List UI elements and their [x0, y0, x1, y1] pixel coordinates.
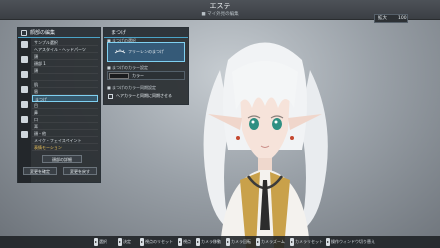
row-head2[interactable]: 頭	[32, 67, 98, 74]
row-hairstyle[interactable]: ヘアスタイル・ヘッドパーツ	[32, 46, 98, 53]
category-panel-title: 顔部の編集	[18, 28, 100, 38]
row-expression[interactable]: 表情モーション	[32, 144, 98, 151]
sync-checkbox[interactable]	[108, 94, 113, 99]
row-ear[interactable]: 耳	[32, 123, 98, 130]
confirm-button[interactable]: 変更を確定	[23, 167, 57, 175]
key-icon: ▸	[140, 238, 145, 246]
row-sample[interactable]: サンプル選択	[32, 39, 98, 46]
eyelash-icon	[114, 49, 126, 54]
hint-reset-view: ▸ 視点のリセット	[140, 238, 174, 246]
zoom-label: 拡大	[378, 16, 387, 21]
row-face1[interactable]: 顔部 1	[32, 60, 98, 67]
voice-icon[interactable]	[21, 116, 28, 123]
hint-view: ▸ 視点	[178, 238, 192, 246]
key-icon: ▸	[256, 238, 261, 246]
face-icon[interactable]	[21, 41, 28, 48]
key-icon: ▸	[118, 238, 123, 246]
face-detail-button[interactable]: 顔部の詳細	[42, 155, 82, 163]
card-icon[interactable]	[21, 131, 28, 138]
icon-column	[18, 38, 31, 183]
row-face-other[interactable]: 顔・他	[32, 130, 98, 137]
row-nose[interactable]: 鼻	[32, 109, 98, 116]
eyelash-panel: まつげ ■ まつげの選択 フリーレンのまつげ ■ まつげのカラー設定 カラー ■…	[103, 27, 189, 105]
key-icon: ▸	[290, 238, 295, 246]
key-icon: ▸	[178, 238, 183, 246]
sync-text: ヘアカラーと同期に同期させる	[116, 93, 172, 98]
color-value: カラー	[132, 73, 144, 78]
lash-option[interactable]: フリーレンのまつげ	[107, 42, 185, 62]
hint-confirm: ▸ 決定	[118, 238, 132, 246]
control-hint-bar: ▸ 選択 ▸ 決定 ▸ 視点のリセット ▸ 視点 ▸ カメラ移動 ▸ カメラ回転 ▸ カメラズ…	[0, 236, 440, 248]
hint-camera-reset: ▸ カメラリセット	[290, 238, 324, 246]
key-icon: ▸	[196, 238, 201, 246]
hint-camera-zoom: ▸ カメラズーム	[256, 238, 285, 246]
clothing-icon[interactable]	[21, 71, 28, 78]
pose-icon[interactable]	[21, 101, 28, 108]
key-icon: ▸	[226, 238, 231, 246]
zoom-value: 100	[398, 16, 407, 21]
row-makeup[interactable]: メイク・フェイスペイント	[32, 137, 98, 144]
hint-camera-rotate: ▸ カメラ回転	[226, 238, 252, 246]
key-icon: ▸	[94, 238, 99, 246]
hint-camera-move: ▸ カメラ移動	[196, 238, 222, 246]
undo-button[interactable]: 変更を戻す	[63, 167, 97, 175]
color-picker[interactable]: カラー	[107, 71, 185, 80]
key-icon: ▸	[326, 238, 331, 246]
color-swatch	[109, 73, 129, 79]
face-icon	[21, 30, 27, 36]
accessory-icon[interactable]	[21, 86, 28, 93]
category-panel: 顔部の編集 サンプル選択 ヘアスタイル・ヘッドパーツ 頭 顔部 1 頭 肌 眉 …	[17, 27, 101, 183]
row-eye[interactable]: 目	[32, 102, 98, 109]
sync-label: ■ まつげのカラー同期設定	[107, 85, 157, 90]
hint-switch-window: ▸ 操作ウィンドウ切り替え	[326, 238, 376, 246]
eyelash-panel-title: まつげ	[104, 28, 188, 38]
hint-select: ▸ 選択	[94, 238, 108, 246]
row-blank[interactable]	[32, 74, 98, 81]
row-head[interactable]: 頭	[32, 53, 98, 60]
lash-name: フリーレンのまつげ	[128, 49, 164, 54]
row-eyelash[interactable]: まつげ	[32, 95, 98, 102]
row-skin[interactable]: 肌	[32, 81, 98, 88]
row-brow[interactable]: 眉	[32, 88, 98, 95]
character-preview[interactable]	[190, 30, 340, 248]
window-title: エステ	[209, 2, 231, 10]
body-icon[interactable]	[21, 56, 28, 63]
row-mouth[interactable]: 口	[32, 116, 98, 123]
